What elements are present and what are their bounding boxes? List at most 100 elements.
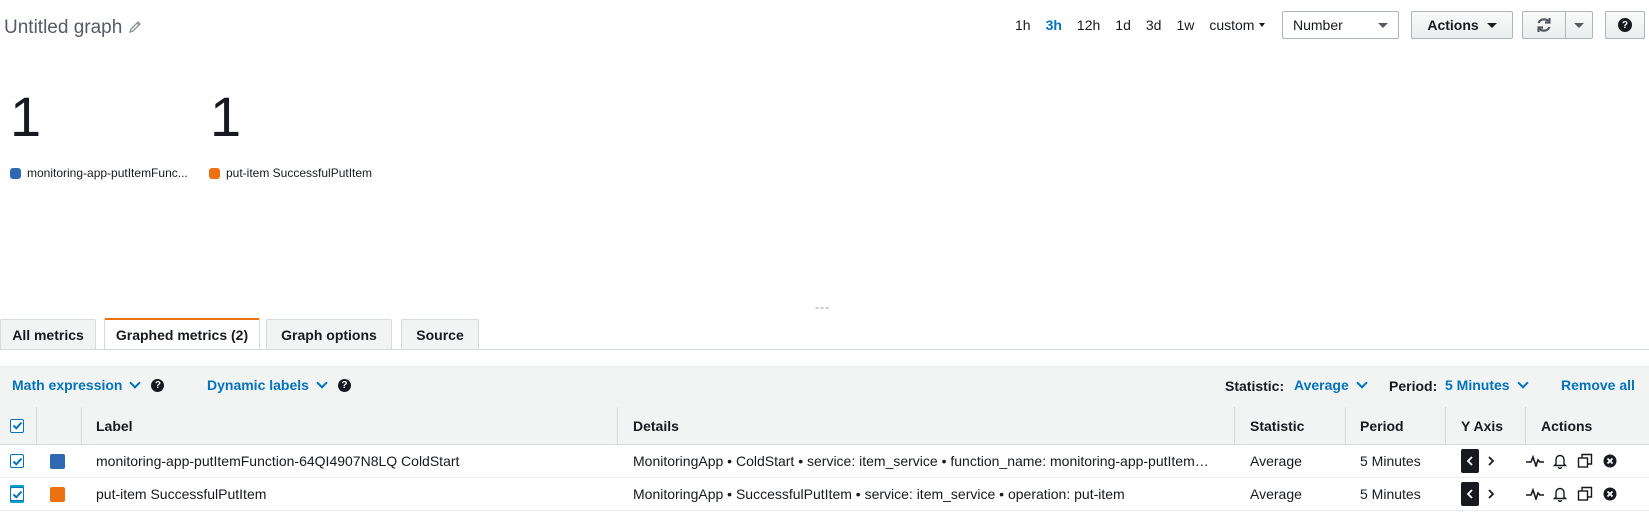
row-details: MonitoringApp • ColdStart • service: ite…: [633, 453, 1209, 469]
legend-swatch: [209, 167, 220, 179]
question-circle-icon: ?: [1618, 18, 1632, 32]
time-range-selector: 1h 3h 12h 1d 3d 1w custom: [1015, 16, 1266, 34]
legend-label: put-item SuccessfulPutItem: [226, 166, 373, 180]
range-1w[interactable]: 1w: [1176, 17, 1194, 33]
legend-swatch: [10, 167, 21, 179]
column-header-y-axis[interactable]: Y Axis: [1461, 407, 1503, 444]
math-expression-dropdown[interactable]: Math expression ?: [12, 377, 165, 393]
view-type-select[interactable]: Number: [1282, 11, 1399, 39]
row-y-axis: [1461, 478, 1500, 510]
actions-button[interactable]: Actions: [1411, 11, 1513, 39]
check-icon: [12, 421, 22, 430]
range-1d[interactable]: 1d: [1115, 17, 1131, 33]
duplicate-icon[interactable]: [1576, 452, 1594, 470]
statistic-dropdown[interactable]: Average: [1294, 377, 1368, 393]
row-color-cell: [50, 445, 65, 477]
refresh-icon: [1537, 18, 1551, 32]
column-header-label[interactable]: Label: [96, 407, 133, 444]
row-period[interactable]: 5 Minutes: [1360, 478, 1421, 510]
dynamic-labels-label: Dynamic labels: [207, 377, 309, 393]
tab-source[interactable]: Source: [401, 319, 479, 349]
metric-value-2: 1: [210, 85, 242, 148]
refresh-interval-dropdown[interactable]: [1565, 11, 1593, 39]
row-details: MonitoringApp • SuccessfulPutItem • serv…: [633, 486, 1125, 502]
row-statistic[interactable]: Average: [1250, 478, 1302, 510]
dynamic-labels-dropdown[interactable]: Dynamic labels ?: [207, 377, 351, 393]
tab-label: Source: [416, 326, 464, 343]
tabs-baseline: [0, 349, 1649, 350]
row-y-axis: [1461, 445, 1500, 477]
row-checkbox[interactable]: [10, 487, 24, 501]
question-circle-icon[interactable]: ?: [151, 378, 165, 392]
range-custom[interactable]: custom: [1209, 17, 1266, 33]
column-divider: [81, 407, 82, 444]
select-all-cell: [10, 407, 24, 444]
duplicate-icon[interactable]: [1576, 485, 1594, 503]
row-actions: [1526, 445, 1619, 477]
range-1h[interactable]: 1h: [1015, 17, 1031, 33]
question-circle-icon[interactable]: ?: [337, 378, 351, 392]
column-header-statistic[interactable]: Statistic: [1250, 407, 1304, 444]
caret-down-icon: [1486, 22, 1497, 28]
y-axis-right-button[interactable]: [1482, 449, 1500, 473]
tab-all-metrics[interactable]: All metrics: [0, 319, 96, 349]
check-icon: [12, 490, 22, 499]
math-expression-label: Math expression: [12, 377, 123, 393]
chevron-down-icon: [129, 377, 142, 389]
series-color-swatch[interactable]: [50, 486, 65, 502]
row-label[interactable]: monitoring-app-putItemFunction-64QI4907N…: [96, 445, 606, 477]
alarm-bell-icon[interactable]: [1551, 452, 1569, 470]
actions-label: Actions: [1427, 17, 1479, 33]
remove-icon[interactable]: [1601, 452, 1619, 470]
statistic-label: Statistic:: [1225, 378, 1285, 394]
column-header-actions[interactable]: Actions: [1541, 407, 1592, 444]
graph-line-icon[interactable]: [1526, 485, 1544, 503]
series-color-swatch[interactable]: [50, 453, 65, 469]
y-axis-left-button[interactable]: [1461, 482, 1479, 506]
graph-title[interactable]: Untitled graph: [4, 17, 122, 39]
range-3d[interactable]: 3d: [1146, 17, 1162, 33]
graph-line-icon[interactable]: [1526, 452, 1544, 470]
alarm-bell-icon[interactable]: [1551, 485, 1569, 503]
range-3h[interactable]: 3h: [1046, 17, 1062, 33]
caret-down-icon: [1259, 23, 1266, 27]
chevron-down-icon: [1516, 377, 1529, 389]
column-header-details[interactable]: Details: [633, 407, 679, 444]
tab-graphed-metrics[interactable]: Graphed metrics (2): [104, 318, 260, 349]
chevron-down-icon: [316, 377, 328, 389]
help-button[interactable]: ?: [1605, 11, 1645, 39]
select-all-checkbox[interactable]: [10, 418, 24, 433]
row-label[interactable]: put-item SuccessfulPutItem: [96, 478, 606, 510]
row-checkbox[interactable]: [10, 454, 24, 468]
column-header-period[interactable]: Period: [1360, 407, 1404, 444]
caret-down-icon: [1378, 22, 1388, 28]
row-period[interactable]: 5 Minutes: [1360, 445, 1421, 477]
range-12h[interactable]: 12h: [1077, 17, 1100, 33]
column-divider: [1345, 407, 1346, 444]
period-value: 5 Minutes: [1445, 377, 1510, 393]
period-dropdown[interactable]: 5 Minutes: [1445, 377, 1529, 393]
chevron-right-icon: [1488, 456, 1495, 466]
statistic-value: Average: [1294, 377, 1349, 393]
remove-icon[interactable]: [1601, 485, 1619, 503]
graph-resize-handle[interactable]: ---: [815, 300, 830, 314]
tab-label: Graphed metrics (2): [115, 326, 249, 343]
period-label: Period:: [1389, 378, 1438, 394]
legend-item-2: put-item SuccessfulPutItem: [209, 166, 372, 180]
caret-down-icon: [1574, 22, 1584, 28]
column-divider: [617, 407, 618, 444]
metric-value-1: 1: [10, 85, 42, 148]
y-axis-left-button[interactable]: [1461, 449, 1479, 473]
legend-item-1: monitoring-app-putItemFunc...: [10, 166, 188, 180]
tab-label: Graph options: [281, 326, 377, 343]
column-divider: [1234, 407, 1235, 444]
chevron-down-icon: [1356, 377, 1368, 389]
row-select-cell: [10, 478, 24, 510]
refresh-button[interactable]: [1522, 11, 1566, 39]
view-type-value: Number: [1293, 17, 1343, 33]
tab-graph-options[interactable]: Graph options: [266, 319, 392, 349]
row-statistic[interactable]: Average: [1250, 445, 1302, 477]
y-axis-right-button[interactable]: [1482, 482, 1500, 506]
remove-all-link[interactable]: Remove all: [1561, 377, 1635, 393]
pencil-edit-icon[interactable]: [128, 20, 142, 34]
